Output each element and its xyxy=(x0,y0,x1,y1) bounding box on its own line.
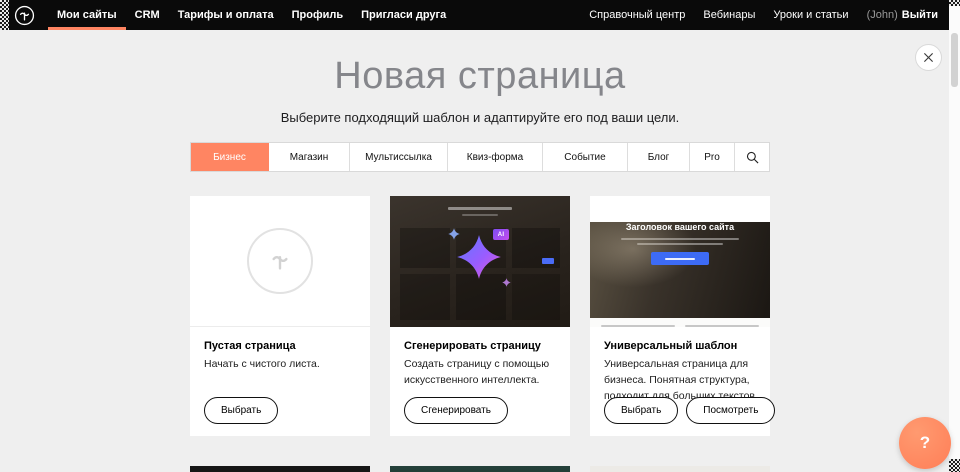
template-card-partial[interactable] xyxy=(590,466,770,472)
card-title: Пустая страница xyxy=(204,340,356,352)
new-page-modal: Новая страница Выберите подходящий шабло… xyxy=(0,30,960,472)
universal-template-preview: Заголовок вашего сайта xyxy=(590,196,770,327)
tab-blog[interactable]: Блог xyxy=(628,143,690,171)
nav-profile[interactable]: Профиль xyxy=(283,0,352,30)
logout-label: Выйти xyxy=(902,9,938,21)
page-title: Новая страница xyxy=(0,54,960,98)
page-subtitle: Выберите подходящий шаблон и адаптируйте… xyxy=(0,110,960,125)
nav-crm[interactable]: CRM xyxy=(126,0,169,30)
ai-sparkle-icon xyxy=(456,234,502,280)
tab-event[interactable]: Событие xyxy=(543,143,628,171)
small-sparkle-icon xyxy=(448,228,460,240)
card-title: Универсальный шаблон xyxy=(604,340,756,352)
choose-blank-button[interactable]: Выбрать xyxy=(204,397,278,424)
tab-search[interactable] xyxy=(735,143,769,171)
tab-pro[interactable]: Pro xyxy=(690,143,735,171)
ai-badge: AI xyxy=(493,229,509,240)
nav-logout[interactable]: (John) Выйти xyxy=(858,0,942,30)
template-category-tabs: Бизнес Магазин Мультиссылка Квиз-форма С… xyxy=(190,142,770,172)
card-description: Начать с чистого листа. xyxy=(204,357,356,373)
topbar-left-nav: Мои сайты CRM Тарифы и оплата Профиль Пр… xyxy=(48,0,455,30)
nav-lessons[interactable]: Уроки и статьи xyxy=(764,0,857,30)
user-name: (John) xyxy=(867,9,898,21)
tilda-watermark-icon xyxy=(247,228,313,294)
template-card-universal: Заголовок вашего сайта xyxy=(590,196,770,436)
preview-universal-button[interactable]: Посмотреть xyxy=(686,397,775,424)
template-cards-row: Пустая страница Начать с чистого листа. … xyxy=(190,196,770,436)
template-card-partial[interactable] xyxy=(390,466,570,472)
choose-universal-button[interactable]: Выбрать xyxy=(604,397,678,424)
nav-invite-friend[interactable]: Пригласи друга xyxy=(352,0,455,30)
template-card-ai-generate: AI Сгенерировать страницу Создать страни… xyxy=(390,196,570,436)
preview-cta-button xyxy=(651,252,709,265)
topbar-right-nav: Справочный центр Вебинары Уроки и статьи… xyxy=(580,0,960,30)
tab-multilink[interactable]: Мультиссылка xyxy=(350,143,448,171)
tab-quiz-form[interactable]: Квиз-форма xyxy=(448,143,543,171)
preview-text-section xyxy=(590,318,770,327)
nav-my-sites[interactable]: Мои сайты xyxy=(48,0,126,30)
close-icon xyxy=(923,52,934,63)
edge-pattern xyxy=(949,459,960,472)
small-sparkle-icon xyxy=(502,278,511,287)
template-card-partial[interactable] xyxy=(190,466,370,472)
edge-pattern xyxy=(0,0,9,30)
tilda-logo[interactable] xyxy=(14,5,35,26)
nav-help-center[interactable]: Справочный центр xyxy=(580,0,694,30)
blank-template-preview xyxy=(190,196,370,327)
card-description: Создать страницу с помощью искусственног… xyxy=(404,357,556,389)
nav-webinars[interactable]: Вебинары xyxy=(694,0,764,30)
ai-template-preview-image: AI xyxy=(390,196,570,327)
template-cards-next-row xyxy=(190,466,770,472)
tilda-app-window: Мои сайты CRM Тарифы и оплата Профиль Пр… xyxy=(0,0,960,472)
edge-pattern xyxy=(949,0,960,6)
tilda-logo-icon xyxy=(14,5,35,26)
search-icon xyxy=(746,151,759,164)
scrollbar xyxy=(949,0,960,472)
nav-tariffs[interactable]: Тарифы и оплата xyxy=(169,0,283,30)
preview-blue-chip xyxy=(542,258,554,264)
template-card-blank: Пустая страница Начать с чистого листа. … xyxy=(190,196,370,436)
help-label: ? xyxy=(920,433,930,453)
card-title: Сгенерировать страницу xyxy=(404,340,556,352)
tab-store[interactable]: Магазин xyxy=(269,143,350,171)
help-button[interactable]: ? xyxy=(899,417,951,469)
close-button[interactable] xyxy=(915,44,942,71)
scrollbar-thumb[interactable] xyxy=(951,33,958,87)
top-navigation-bar: Мои сайты CRM Тарифы и оплата Профиль Пр… xyxy=(0,0,960,30)
tab-business[interactable]: Бизнес xyxy=(191,143,269,171)
generate-button[interactable]: Сгенерировать xyxy=(404,397,508,424)
preview-heading: Заголовок вашего сайта xyxy=(590,222,770,232)
